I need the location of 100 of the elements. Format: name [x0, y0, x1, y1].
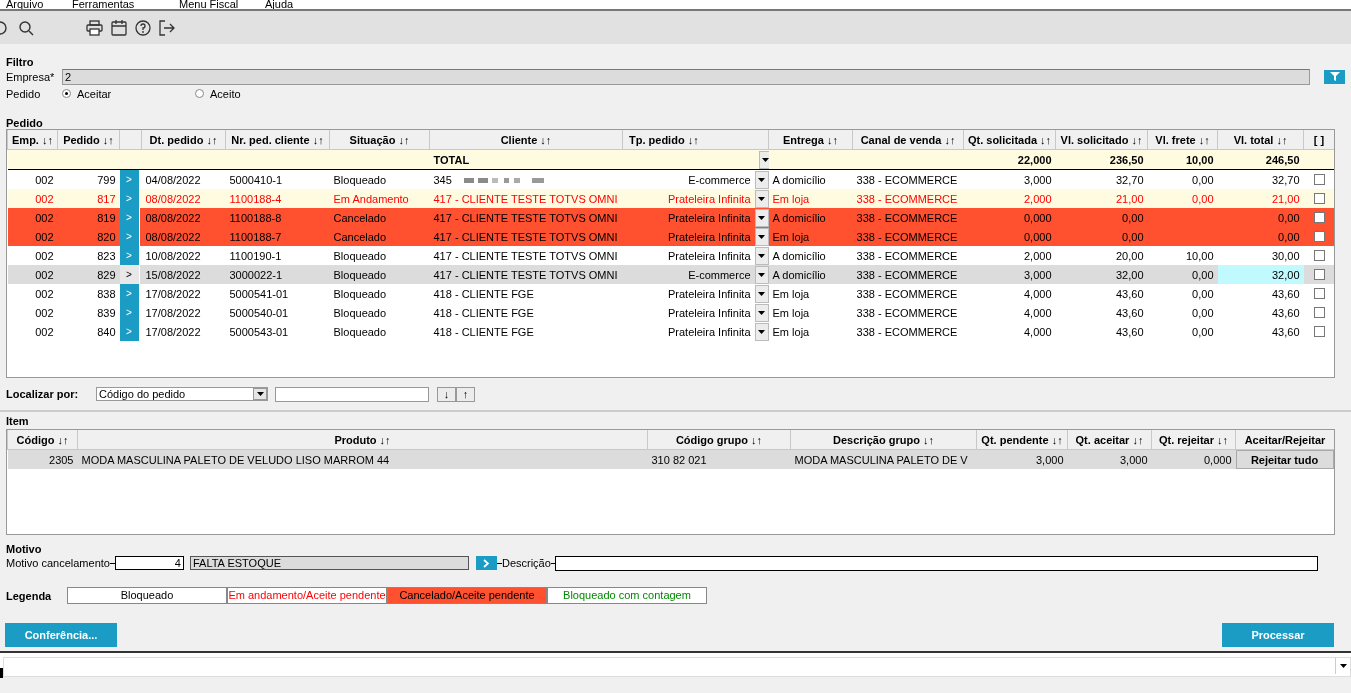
column-header[interactable]: Nr. ped. cliente ↓↑	[225, 130, 330, 150]
caret-icon	[758, 177, 765, 182]
table-cell: 0,000	[963, 208, 1056, 227]
column-header[interactable]: Entrega ↓↑	[768, 130, 853, 150]
checkbox[interactable]	[1313, 326, 1325, 337]
exit-icon[interactable]	[159, 19, 175, 36]
column-header[interactable]: Vl. total ↓↑	[1217, 130, 1304, 150]
section-title: Pedido	[5, 116, 44, 129]
column-header[interactable]: Tp. pedido ↓↑	[622, 130, 769, 150]
column-header[interactable]: Qt. aceitar ↓↑	[1067, 430, 1152, 450]
column-header[interactable]: Código ↓↑	[7, 430, 78, 450]
table-cell: 1100188-8	[225, 208, 330, 227]
help-icon[interactable]	[135, 19, 151, 36]
description-field[interactable]	[554, 555, 1318, 571]
table-cell: Bloqueado	[329, 169, 430, 189]
checkbox[interactable]	[1313, 212, 1325, 223]
lookup-button[interactable]	[475, 556, 497, 570]
dropdown-button[interactable]	[754, 303, 769, 322]
table-cell: 21,00	[1055, 189, 1148, 208]
company-field[interactable]: 2	[62, 68, 1310, 85]
table-cell: 2,000	[963, 189, 1056, 208]
checkbox[interactable]	[1313, 269, 1325, 280]
refresh-icon[interactable]	[0, 19, 10, 36]
checkbox[interactable]	[1313, 250, 1325, 261]
table-cell: 0,00	[1055, 208, 1148, 227]
checkbox[interactable]	[1313, 193, 1325, 204]
table-cell: 820	[57, 227, 120, 246]
column-header[interactable]: Vl. frete ↓↑	[1147, 130, 1218, 150]
table-cell-text: 43,60	[1115, 305, 1145, 321]
column-header[interactable]: Qt. pendente ↓↑	[976, 430, 1068, 450]
sort-down-button[interactable]: ↓	[437, 386, 456, 402]
dropdown-button[interactable]	[754, 246, 769, 265]
column-header[interactable]: Pedido ↓↑	[57, 130, 120, 150]
table-cell: A domicílio	[768, 265, 853, 284]
table-cell: 17/08/2022	[141, 284, 226, 303]
menu-item[interactable]: Ferramentas	[72, 0, 179, 9]
column-header[interactable]: Cliente ↓↑	[429, 130, 623, 150]
column-header[interactable]: Situação ↓↑	[329, 130, 430, 150]
table-cell: Bloqueado	[329, 265, 430, 284]
table-cell: 417 - CLIENTE TESTE TOTVS OMNI	[433, 192, 618, 205]
table-cell: 345	[433, 173, 452, 186]
table-cell: Em loja	[768, 284, 853, 303]
sort-up-button[interactable]: ↑	[456, 386, 475, 402]
column-header[interactable]: Produto ↓↑	[77, 430, 648, 450]
table-cell: 20,00	[1055, 246, 1148, 265]
menu-item[interactable]: Menu Fiscal	[179, 0, 265, 9]
dropdown-button[interactable]	[758, 150, 769, 169]
column-header[interactable]: Dt. pedido ↓↑	[141, 130, 226, 150]
checkbox[interactable]	[1313, 174, 1325, 185]
table-cell: E-commerce	[622, 169, 755, 189]
table-cell: 5000541-01	[225, 284, 330, 303]
filter-button[interactable]	[1324, 69, 1345, 84]
table-cell: 32,70	[1055, 169, 1148, 189]
field-label: Pedido	[6, 87, 42, 100]
search-field[interactable]	[275, 386, 429, 402]
checkbox[interactable]	[1313, 307, 1325, 318]
table-cell: 0,000	[963, 227, 1056, 246]
column-header[interactable]: Aceitar/Rejeitar	[1235, 430, 1334, 450]
table-cell-text: 338 - ECOMMERCE	[855, 305, 959, 321]
column-header[interactable]: Código grupo ↓↑	[647, 430, 791, 450]
caret-icon	[758, 310, 765, 315]
radio-option[interactable]: Aceito	[195, 87, 328, 100]
search-by-dropdown[interactable]: Código do pedido	[96, 387, 268, 401]
table-cell: 0,00	[1192, 192, 1214, 205]
column-header[interactable]: Canal de venda ↓↑	[852, 130, 964, 150]
table-cell: 840	[57, 322, 120, 341]
calendar-icon[interactable]	[111, 19, 127, 36]
column-header[interactable]: Descrição grupo ↓↑	[790, 430, 977, 450]
table-cell: 799	[57, 169, 120, 189]
column-header[interactable]: Emp. ↓↑	[7, 130, 58, 150]
search-icon[interactable]	[18, 19, 34, 36]
caret-icon	[758, 253, 765, 258]
legend-item: Bloqueado	[67, 587, 227, 604]
dropdown-button[interactable]	[754, 322, 769, 341]
table-cell-text: 43,60	[1271, 305, 1301, 321]
table-cell: 418 - CLIENTE FGE	[433, 287, 534, 300]
table-cell: 0,00	[1192, 306, 1214, 319]
column-header[interactable]: Qt. solicitada ↓↑	[963, 130, 1056, 150]
dropdown-button[interactable]	[754, 170, 769, 189]
legend-item: Bloqueado com contagem	[547, 587, 707, 604]
table-cell: 417 - CLIENTE TESTE TOTVS OMNI	[433, 230, 618, 243]
table-cell: 30,00	[1217, 246, 1304, 265]
printer-icon[interactable]	[86, 19, 103, 36]
section-title: Legenda	[6, 589, 53, 602]
radio-option[interactable]: Aceitar	[62, 87, 195, 100]
table-cell: 32,70	[1217, 169, 1304, 189]
column-header[interactable]: [ ]	[1303, 130, 1334, 150]
table-cell: Cancelado	[329, 208, 430, 227]
dropdown-button[interactable]	[754, 284, 769, 303]
status-field[interactable]	[3, 656, 1351, 677]
table-cell: 43,60	[1217, 284, 1304, 303]
table-cell: 08/08/2022	[141, 208, 226, 227]
column-header[interactable]: Vl. solicitado ↓↑	[1055, 130, 1148, 150]
table-cell: 43,60	[1055, 284, 1148, 303]
table-cell: 0,00	[1217, 227, 1304, 246]
column-header[interactable]: Qt. rejeitar ↓↑	[1151, 430, 1236, 450]
reason-code-field[interactable]: 4	[114, 556, 184, 570]
checkbox[interactable]	[1313, 288, 1325, 299]
checkbox[interactable]	[1313, 231, 1325, 242]
reject-all-button[interactable]: Rejeitar tudo	[1235, 450, 1334, 469]
